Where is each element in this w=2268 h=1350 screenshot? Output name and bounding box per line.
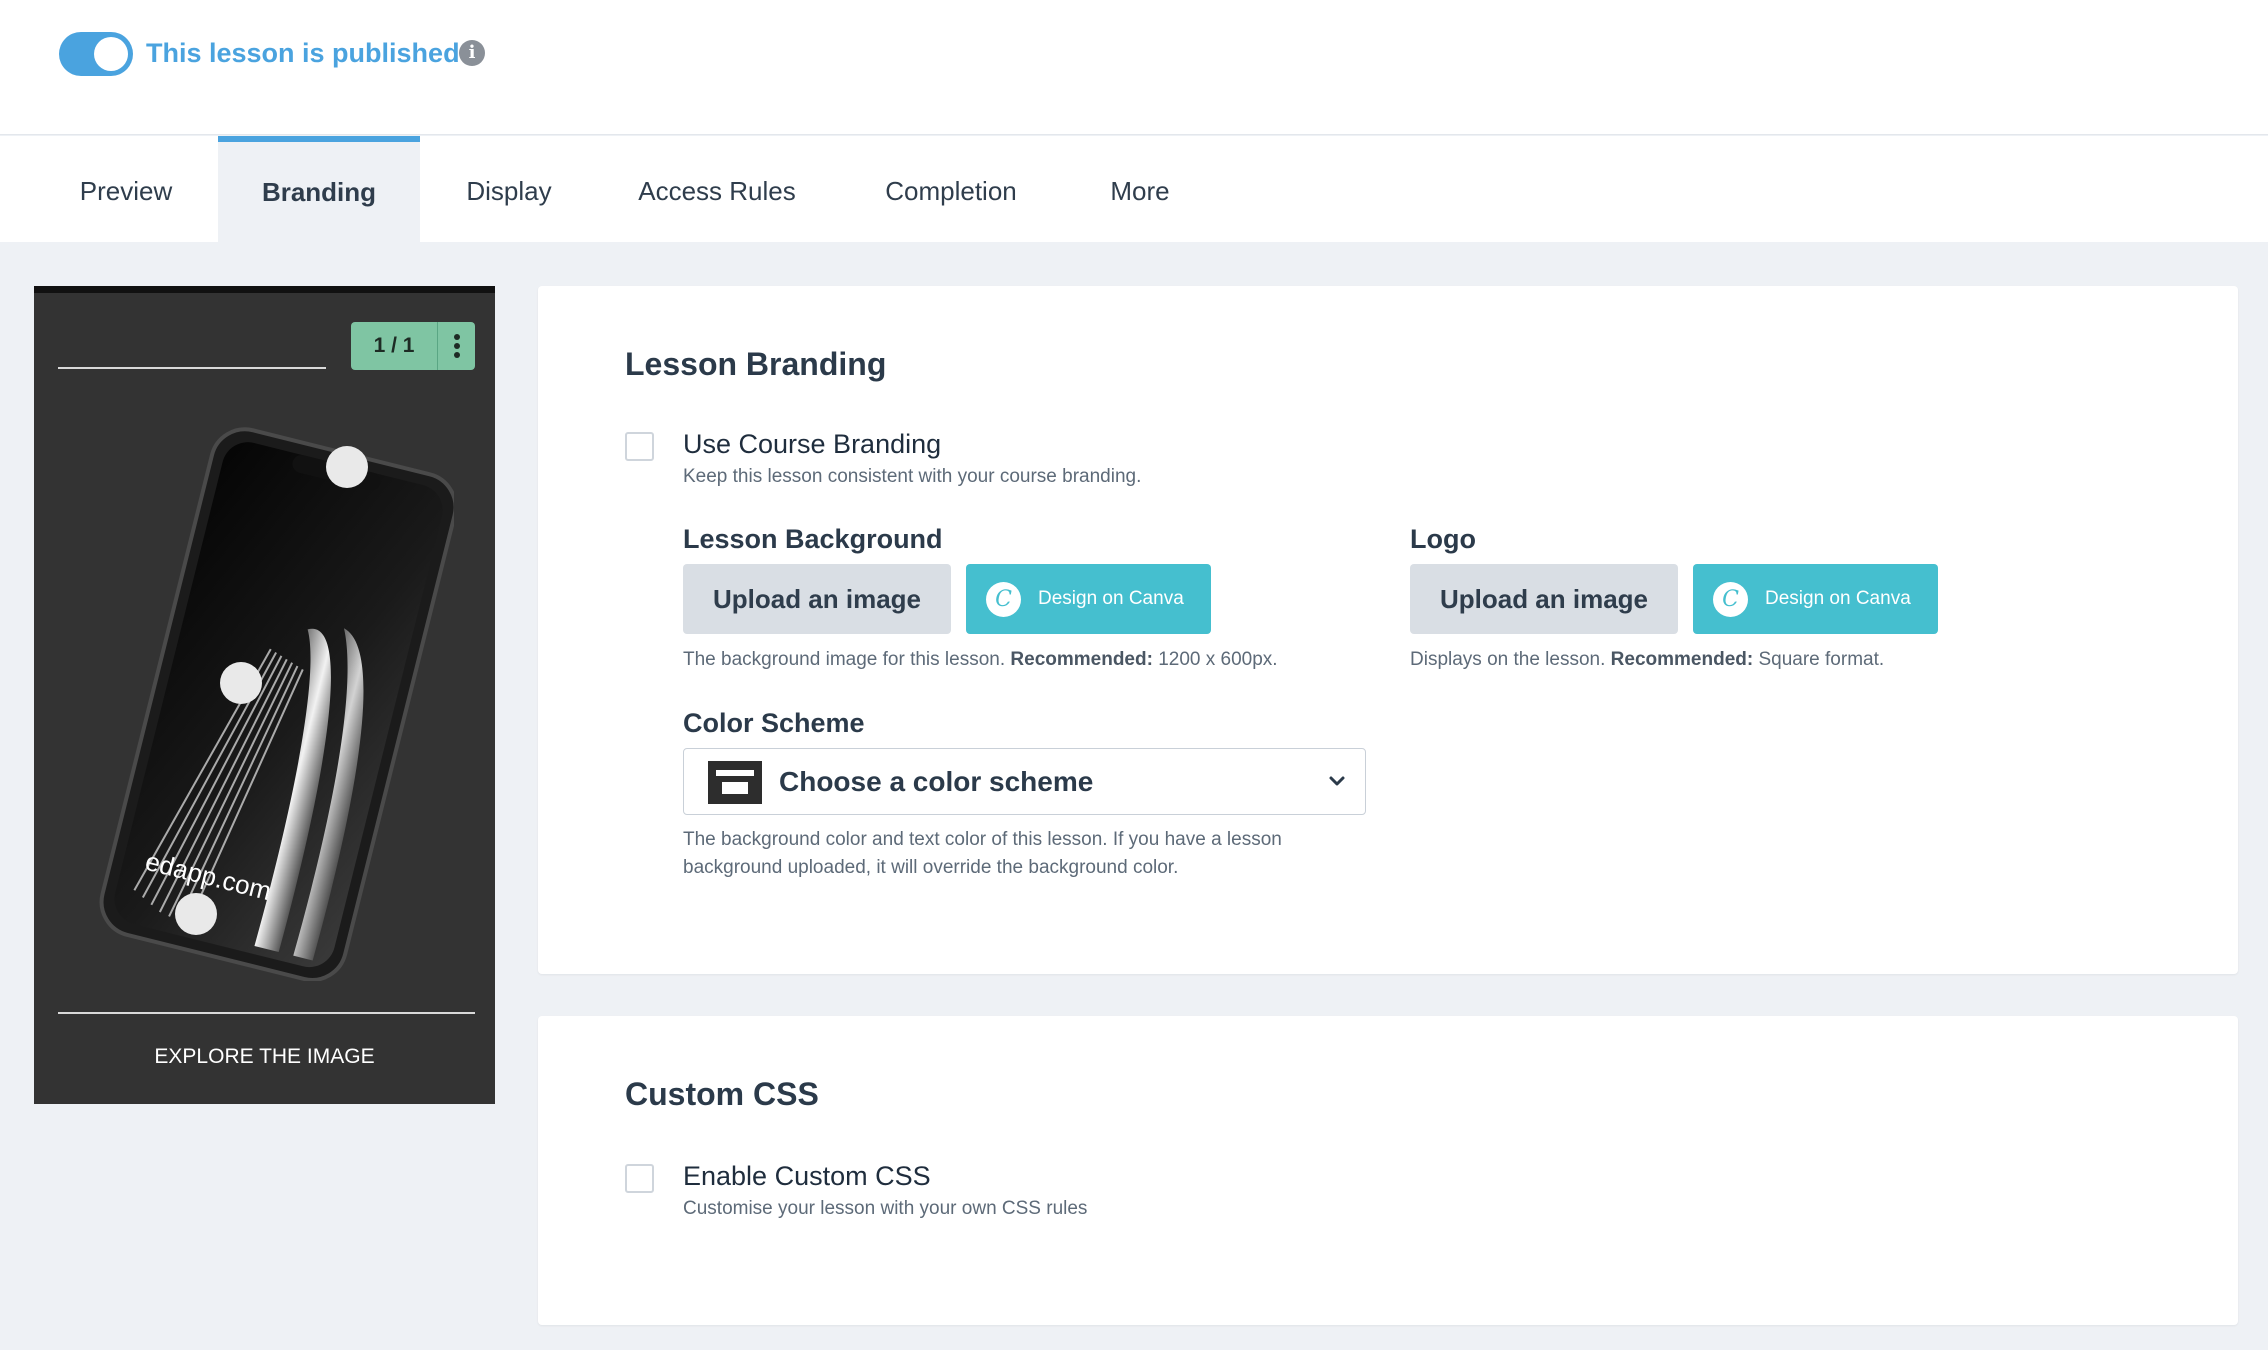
slide-counter-badge: 1 / 1 (351, 322, 437, 370)
lesson-background-label: Lesson Background (683, 524, 943, 554)
tab-access-rules[interactable]: Access Rules (620, 136, 814, 242)
color-scheme-help-line-2: background uploaded, it will override th… (683, 857, 1179, 878)
lesson-preview: 1 / 1 edapp.com EXPLORE THE IMAGE (34, 286, 495, 1104)
color-scheme-label: Color Scheme (683, 708, 865, 738)
custom-css-title: Custom CSS (625, 1076, 819, 1112)
preview-divider-top (58, 367, 326, 369)
color-scheme-select[interactable]: Choose a color scheme (683, 748, 1366, 815)
background-help-text: The background image for this lesson. Re… (683, 649, 1278, 670)
tab-display[interactable]: Display (440, 136, 578, 242)
publish-toggle[interactable] (59, 32, 133, 76)
hotspot-1[interactable] (326, 446, 368, 488)
lesson-branding-card: Lesson Branding Use Course Branding Keep… (538, 286, 2238, 974)
explore-image-label: EXPLORE THE IMAGE (154, 1045, 375, 1068)
color-scheme-help-line-1: The background color and text color of t… (683, 829, 1282, 850)
background-design-on-canva-button[interactable]: C Design on Canva (966, 564, 1211, 634)
tab-more[interactable]: More (1090, 136, 1190, 242)
lesson-branding-title: Lesson Branding (625, 346, 887, 382)
more-options-icon[interactable] (437, 322, 475, 370)
canva-icon: C (986, 582, 1021, 617)
logo-help-text: Displays on the lesson. Recommended: Squ… (1410, 649, 1885, 670)
hotspot-3[interactable] (175, 893, 217, 935)
logo-label: Logo (1410, 524, 1476, 554)
use-course-branding-label: Use Course Branding (683, 429, 942, 459)
toggle-knob (94, 37, 128, 71)
lesson-header: This lesson is published i (0, 0, 2268, 135)
publish-status-label: This lesson is published (146, 38, 460, 68)
chevron-down-icon (1329, 776, 1345, 786)
enable-custom-css-label: Enable Custom CSS (683, 1161, 931, 1191)
canva-button-label: Design on Canva (1038, 588, 1184, 609)
enable-custom-css-checkbox[interactable] (625, 1164, 654, 1193)
color-scheme-swatch-icon (708, 761, 762, 804)
canva-icon: C (1713, 582, 1748, 617)
use-course-branding-description: Keep this lesson consistent with your co… (683, 466, 1142, 487)
upload-background-button[interactable]: Upload an image (683, 564, 951, 634)
enable-custom-css-description: Customise your lesson with your own CSS … (683, 1198, 1088, 1219)
upload-logo-button[interactable]: Upload an image (1410, 564, 1678, 634)
preview-divider-bottom (58, 1012, 475, 1014)
tab-branding[interactable]: Branding (218, 136, 420, 242)
custom-css-card: Custom CSS Enable Custom CSS Customise y… (538, 1016, 2238, 1325)
use-course-branding-checkbox[interactable] (625, 432, 654, 461)
info-icon[interactable]: i (459, 40, 485, 66)
logo-design-on-canva-button[interactable]: C Design on Canva (1693, 564, 1938, 634)
tab-completion[interactable]: Completion (860, 136, 1042, 242)
hotspot-2[interactable] (220, 662, 262, 704)
canva-button-label: Design on Canva (1765, 588, 1911, 609)
tab-preview[interactable]: Preview (44, 136, 208, 242)
tab-bar: Preview Branding Display Access Rules Co… (0, 136, 2268, 242)
color-scheme-selected-value: Choose a color scheme (779, 766, 1094, 797)
